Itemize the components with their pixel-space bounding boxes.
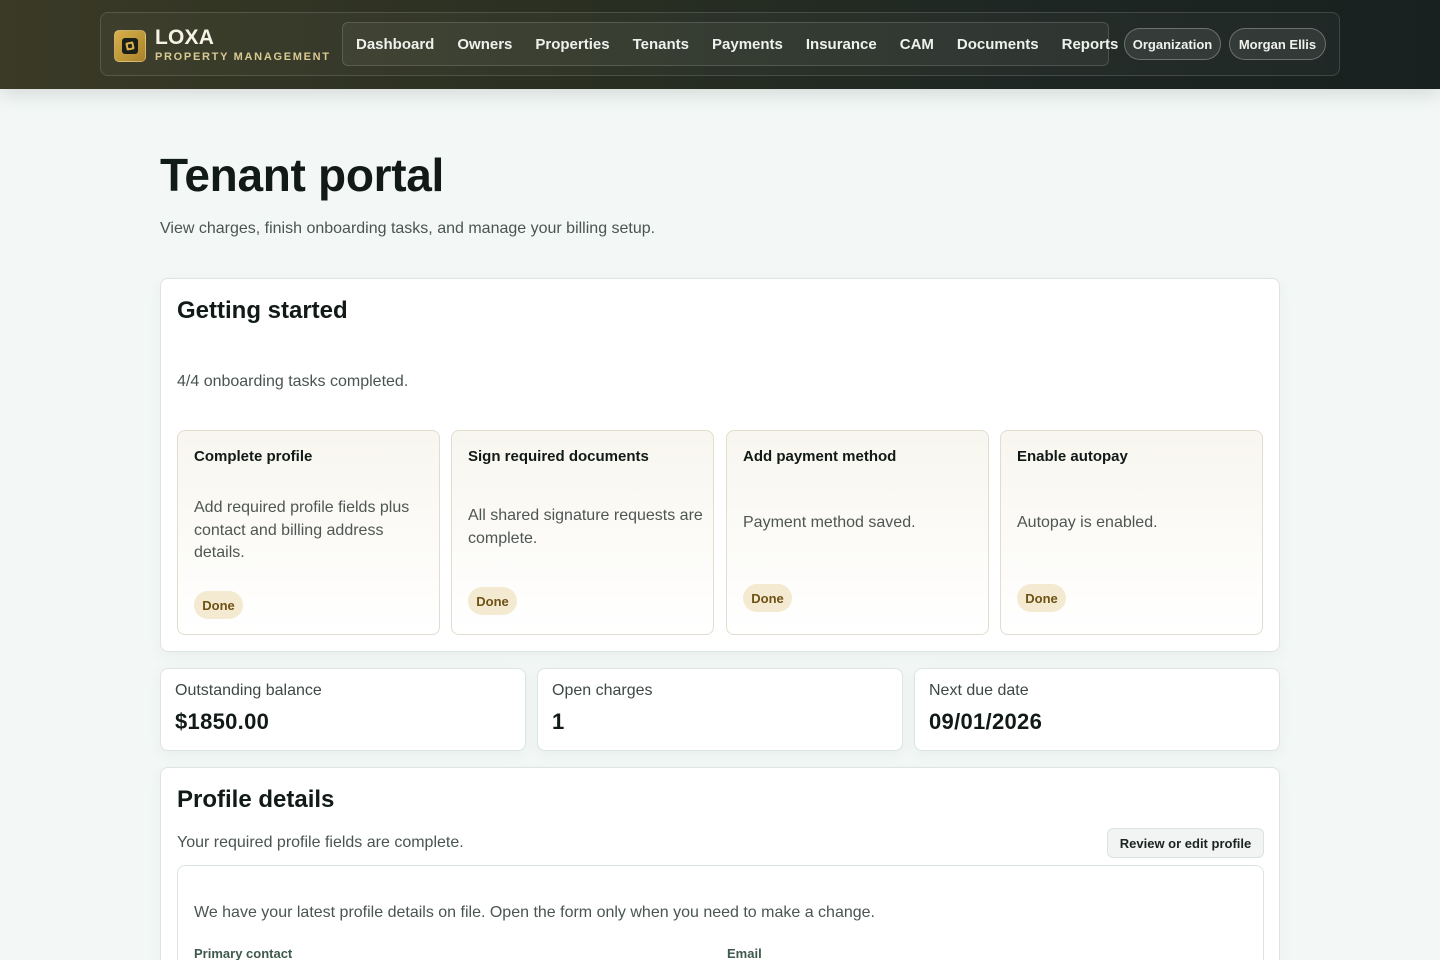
brand-text: LOXA PROPERTY MANAGEMENT [155,27,331,64]
status-badge: Done [1017,584,1066,612]
onboarding-progress: 4/4 onboarding tasks completed. [177,373,409,390]
loxa-logo-icon [114,29,146,62]
task-title: Add payment method [743,448,897,465]
getting-started-title: Getting started [177,297,348,324]
page-subtitle: View charges, finish onboarding tasks, a… [160,220,656,237]
stat-value: $1850.00 [175,709,270,734]
stat-value: 1 [552,709,565,734]
task-description: Payment method saved. [743,514,916,531]
nav-item-insurance[interactable]: Insurance [806,36,877,53]
top-navigation-bar: LOXA PROPERTY MANAGEMENT Dashboard Owner… [0,0,1440,89]
status-badge: Done [743,584,792,612]
stat-value: 09/01/2026 [929,709,1043,734]
brand-subtitle: PROPERTY MANAGEMENT [155,51,331,63]
nav-item-owners[interactable]: Owners [457,36,512,53]
profile-status: Your required profile fields are complet… [177,834,464,851]
top-navigation-container: LOXA PROPERTY MANAGEMENT Dashboard Owner… [100,12,1340,76]
nav-item-properties[interactable]: Properties [535,36,609,53]
stat-next-due-date: Next due date 09/01/2026 [914,668,1280,751]
stat-label: Next due date [929,682,1029,699]
task-card-sign-documents[interactable]: Sign required documents All shared signa… [451,430,714,635]
status-badge: Done [194,591,243,619]
profile-summary-panel: We have your latest profile details on f… [177,865,1264,960]
profile-details-title: Profile details [177,786,335,813]
task-title: Enable autopay [1017,448,1128,465]
page-title: Tenant portal [160,149,445,201]
stat-open-charges: Open charges 1 [537,668,903,751]
brand-name: LOXA [155,26,215,49]
user-menu-button[interactable]: Morgan Ellis [1229,28,1326,60]
task-description: All shared signature requests are comple… [468,507,703,547]
task-card-complete-profile[interactable]: Complete profile Add required profile fi… [177,430,440,635]
nav-item-cam[interactable]: CAM [900,36,934,53]
profile-details-card: Profile details Your required profile fi… [160,767,1280,960]
brand[interactable]: LOXA PROPERTY MANAGEMENT [114,27,331,64]
status-badge: Done [468,587,517,615]
nav-item-documents[interactable]: Documents [957,36,1039,53]
task-description: Autopay is enabled. [1017,514,1158,531]
nav-item-reports[interactable]: Reports [1062,36,1119,53]
stat-label: Outstanding balance [175,682,322,699]
task-card-enable-autopay[interactable]: Enable autopay Autopay is enabled. Done [1000,430,1263,635]
task-title: Sign required documents [468,448,649,465]
main-nav: Dashboard Owners Properties Tenants Paym… [342,22,1118,66]
stat-label: Open charges [552,682,653,699]
review-edit-profile-button[interactable]: Review or edit profile [1107,828,1264,858]
nav-item-payments[interactable]: Payments [712,36,783,53]
profile-note: We have your latest profile details on f… [194,904,875,921]
field-label-email: Email [727,946,762,960]
nav-item-dashboard[interactable]: Dashboard [356,36,434,53]
task-description: Add required profile fields plus contact… [194,499,410,561]
field-label-primary-contact: Primary contact [194,946,293,960]
task-title: Complete profile [194,448,313,465]
organization-button[interactable]: Organization [1124,28,1221,60]
nav-item-tenants[interactable]: Tenants [633,36,689,53]
getting-started-card: Getting started 4/4 onboarding tasks com… [160,278,1280,652]
task-card-add-payment-method[interactable]: Add payment method Payment method saved.… [726,430,989,635]
stat-outstanding-balance: Outstanding balance $1850.00 [160,668,526,751]
